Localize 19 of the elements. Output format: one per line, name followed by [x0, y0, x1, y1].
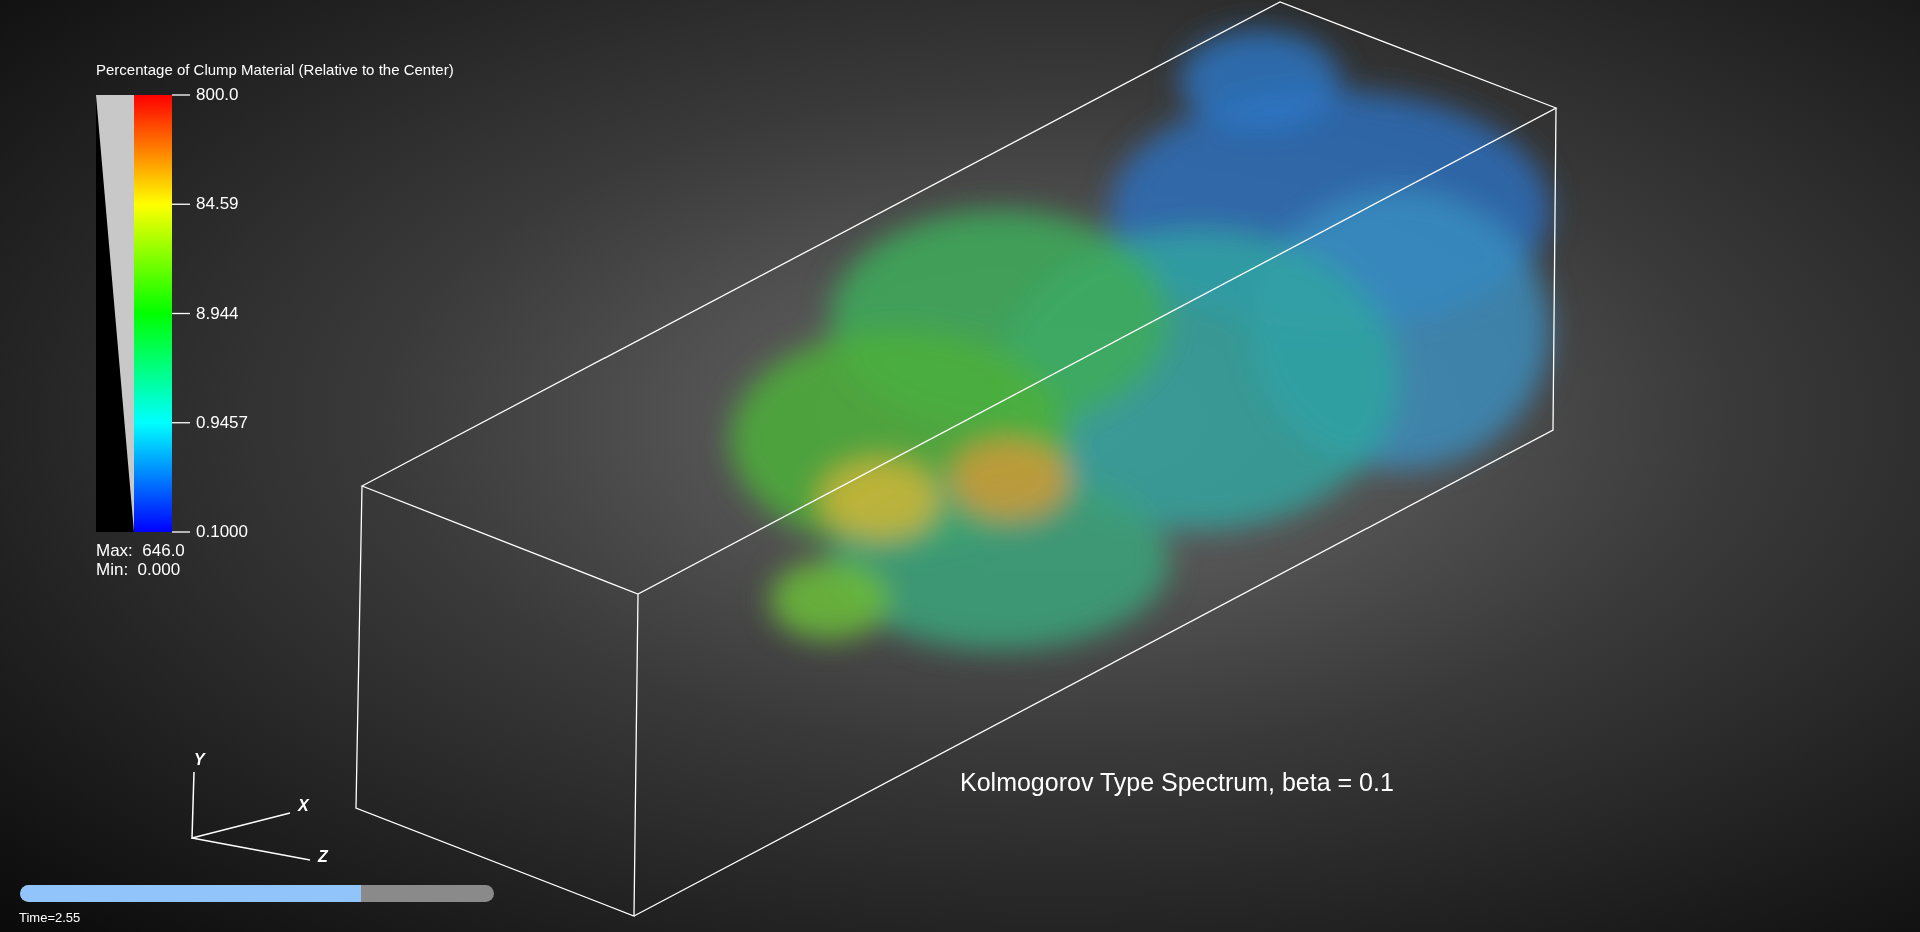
legend-min: Min: 0.000 [96, 560, 181, 580]
tick-mark [171, 312, 191, 315]
time-label: Time=2.55 [19, 909, 81, 927]
axis-label: X [298, 796, 309, 816]
tick-label: 0.9457 [196, 412, 248, 433]
tick-mark [171, 203, 191, 205]
time-slider[interactable] [20, 885, 494, 902]
tick-label: 84.59 [196, 194, 239, 215]
tick-mark [171, 531, 191, 533]
legend-title: Percentage of Clump Material (Relative to the Center) [96, 60, 454, 80]
plot-caption: Kolmogorov Type Spectrum, beta = 0.1 [960, 767, 1394, 798]
legend-max: Max: 646.0 [96, 541, 185, 561]
tick-label: 8.944 [196, 303, 239, 324]
axis-label: Y [194, 750, 205, 770]
tick-label: 0.1000 [196, 522, 248, 542]
tick-label: 800.0 [196, 85, 239, 105]
axis-label: Z [318, 847, 328, 867]
tick-mark [171, 94, 191, 96]
tick-mark [171, 422, 191, 424]
